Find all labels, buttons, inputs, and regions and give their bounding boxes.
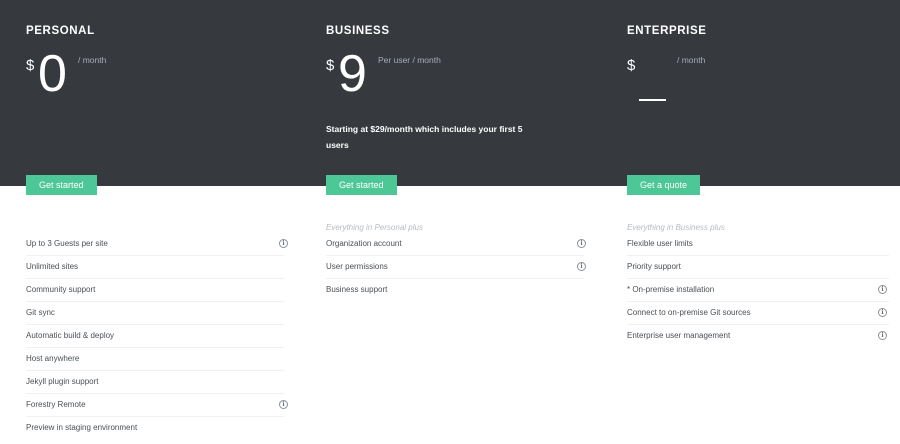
get-started-button[interactable]: Get started bbox=[326, 175, 397, 195]
feature-list-lead bbox=[26, 222, 284, 233]
info-icon[interactable] bbox=[878, 308, 887, 317]
get-started-button[interactable]: Get started bbox=[26, 175, 97, 195]
feature-label: Business support bbox=[326, 285, 388, 294]
feature-item: Host anywhere bbox=[26, 348, 284, 371]
feature-item: Priority support bbox=[627, 256, 889, 279]
plan-name: ENTERPRISE bbox=[627, 25, 707, 37]
feature-item: Git sync bbox=[26, 302, 284, 325]
feature-label: Flexible user limits bbox=[627, 239, 693, 248]
plan-price: 9 bbox=[338, 45, 367, 103]
price-period: / month bbox=[78, 55, 107, 65]
plan-price: 0 bbox=[38, 45, 67, 103]
feature-list: Everything in Business plus Flexible use… bbox=[627, 222, 889, 348]
feature-label: * On-premise installation bbox=[627, 285, 715, 294]
feature-label: Organization account bbox=[326, 239, 402, 248]
feature-item: Jekyll plugin support bbox=[26, 371, 284, 394]
feature-label: Community support bbox=[26, 285, 96, 294]
feature-label: Unlimited sites bbox=[26, 262, 79, 271]
feature-label: Git sync bbox=[26, 308, 55, 317]
price-period: Per user / month bbox=[378, 55, 441, 65]
plan-name: PERSONAL bbox=[26, 25, 95, 37]
feature-label: Up to 3 Guests per site bbox=[26, 239, 108, 248]
feature-item: Flexible user limits bbox=[627, 233, 889, 256]
feature-label: Forestry Remote bbox=[26, 400, 86, 409]
get-a-quote-button[interactable]: Get a quote bbox=[627, 175, 701, 195]
feature-item: Organization account bbox=[326, 233, 586, 256]
feature-label: Automatic build & deploy bbox=[26, 331, 115, 340]
plan-name: BUSINESS bbox=[326, 25, 390, 37]
price-period: / month bbox=[677, 55, 706, 65]
pricing-header-band bbox=[0, 0, 900, 186]
info-icon[interactable] bbox=[577, 239, 586, 248]
plan-blurb: Starting at $29/month which includes you… bbox=[326, 124, 523, 150]
feature-label: Priority support bbox=[627, 262, 681, 271]
feature-list: Up to 3 Guests per site Unlimited sites … bbox=[26, 222, 288, 440]
price-placeholder-dash bbox=[639, 99, 666, 101]
info-icon[interactable] bbox=[577, 262, 586, 271]
feature-label: Jekyll plugin support bbox=[26, 377, 99, 386]
info-icon[interactable] bbox=[878, 285, 887, 294]
feature-item: Business support bbox=[326, 279, 584, 302]
feature-item: User permissions bbox=[326, 256, 586, 279]
feature-item: * On-premise installation bbox=[627, 279, 889, 302]
feature-item: Up to 3 Guests per site bbox=[26, 233, 288, 256]
info-icon[interactable] bbox=[878, 331, 887, 340]
feature-item: Forestry Remote bbox=[26, 394, 288, 417]
feature-item: Enterprise user management bbox=[627, 325, 889, 348]
currency-symbol: $ bbox=[26, 57, 35, 74]
feature-item: Unlimited sites bbox=[26, 256, 284, 279]
feature-item: Connect to on-premise Git sources bbox=[627, 302, 889, 325]
currency-symbol: $ bbox=[627, 57, 636, 74]
currency-symbol: $ bbox=[326, 57, 335, 74]
info-icon[interactable] bbox=[279, 400, 288, 409]
feature-label: Host anywhere bbox=[26, 354, 80, 363]
feature-item: Community support bbox=[26, 279, 284, 302]
feature-label: Connect to on-premise Git sources bbox=[627, 308, 751, 317]
info-icon[interactable] bbox=[279, 239, 288, 248]
feature-list-lead: Everything in Personal plus bbox=[326, 223, 423, 232]
feature-list: Everything in Personal plus Organization… bbox=[326, 222, 586, 302]
feature-label: Preview in staging environment bbox=[26, 423, 138, 432]
feature-label: User permissions bbox=[326, 262, 388, 271]
feature-item: Automatic build & deploy bbox=[26, 325, 284, 348]
feature-label: Enterprise user management bbox=[627, 331, 731, 340]
feature-item: Preview in staging environment bbox=[26, 417, 284, 440]
feature-list-lead: Everything in Business plus bbox=[627, 223, 725, 232]
